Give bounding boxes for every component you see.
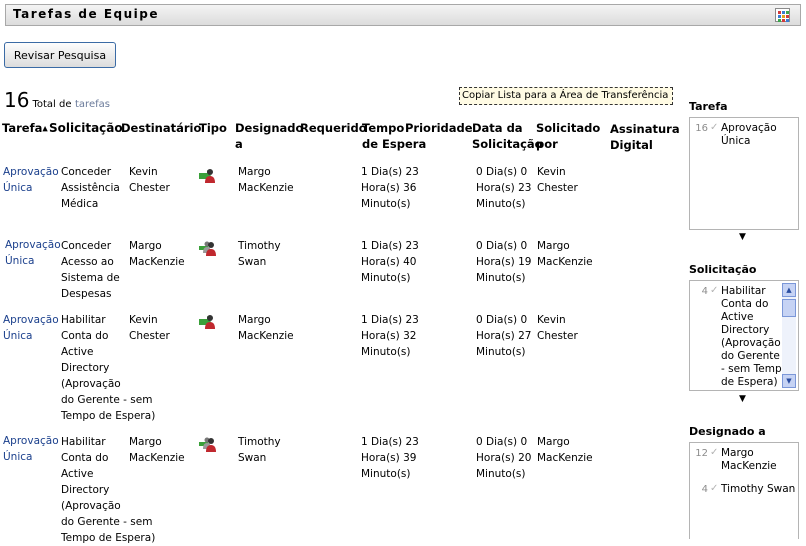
recipient-cell: Kevin Chester — [129, 166, 170, 194]
scroll-thumb[interactable] — [782, 299, 796, 317]
request-date-cell: 0 Dia(s) 0 Hora(s) 20 Minuto(s) — [476, 436, 532, 480]
task-link[interactable]: Aprovação Única — [5, 237, 61, 269]
requested-by-cell: Margo MacKenzie — [537, 240, 593, 268]
request-date-cell: 0 Dia(s) 0 Hora(s) 23 Minuto(s) — [476, 166, 532, 210]
grid-icon[interactable] — [775, 8, 790, 22]
column-header-priority[interactable]: Prioridade — [405, 120, 473, 136]
column-header-request[interactable]: Solicitação — [49, 120, 123, 136]
request-date-cell: 0 Dia(s) 0 Hora(s) 19 Minuto(s) — [476, 240, 532, 284]
column-header-requested-by[interactable]: Solicitado por — [536, 120, 600, 152]
filter-label: Aprovação Única — [721, 122, 777, 147]
filter-title-task: Tarefa — [689, 100, 728, 113]
task-link[interactable]: Aprovação Única — [3, 164, 59, 196]
scroll-up-icon[interactable]: ▲ — [782, 283, 796, 297]
filter-count: 16 — [695, 123, 708, 134]
task-link[interactable]: Aprovação Única — [3, 312, 59, 344]
task-link[interactable]: Aprovação Única — [3, 433, 59, 465]
filter-list-assigned[interactable]: 12 ✓ Margo MacKenzie 4 ✓ Timothy Swan — [689, 442, 799, 539]
filter-title-assigned: Designado a — [689, 425, 766, 438]
column-header-request-date[interactable]: Data da Solicitação — [472, 120, 543, 152]
page-title: Tarefas de Equipe — [13, 7, 160, 21]
recipient-cell: Margo MacKenzie — [129, 436, 185, 464]
request-cell: Conceder Acesso ao Sistema de Despesas — [61, 240, 120, 300]
wait-time-cell: 1 Dia(s) 23 Hora(s) 40 Minuto(s) — [361, 240, 419, 284]
column-header-assigned[interactable]: Designado a — [235, 120, 303, 152]
wait-time-cell: 1 Dia(s) 23 Hora(s) 36 Minuto(s) — [361, 166, 419, 210]
check-icon: ✓ — [710, 447, 719, 458]
copy-list-button[interactable]: Copiar Lista para a Área de Transferênci… — [459, 87, 673, 105]
assigned-cell: Margo MacKenzie — [238, 314, 294, 342]
filter-count: 12 — [695, 448, 708, 459]
assigned-cell: Margo MacKenzie — [238, 166, 294, 194]
requested-by-cell: Margo MacKenzie — [537, 436, 593, 464]
request-date-cell: 0 Dia(s) 0 Hora(s) 27 Minuto(s) — [476, 314, 532, 358]
chevron-down-icon[interactable]: ▼ — [739, 232, 746, 242]
assigned-cell: Timothy Swan — [238, 436, 281, 464]
column-header-signature[interactable]: Assinatura Digital — [610, 121, 680, 153]
task-total: 16 Total de tarefas — [4, 88, 110, 112]
check-icon: ✓ — [710, 483, 719, 494]
task-count: 16 — [4, 88, 30, 112]
filter-label: Timothy Swan — [721, 483, 796, 495]
tasks-label: tarefas — [75, 99, 110, 110]
revise-search-button[interactable]: Revisar Pesquisa — [4, 42, 116, 68]
recipient-cell: Margo MacKenzie — [129, 240, 185, 268]
check-icon: ✓ — [710, 285, 719, 296]
scrollbar[interactable]: ▲ ▼ — [782, 283, 796, 388]
filter-title-request: Solicitação — [689, 263, 757, 276]
group-task-icon — [199, 241, 216, 256]
group-task-icon — [199, 437, 216, 452]
recipient-cell: Kevin Chester — [129, 314, 170, 342]
column-header-recipient[interactable]: Destinatário — [121, 120, 201, 136]
column-header-required[interactable]: Requerido — [300, 120, 367, 136]
filter-list-task[interactable]: 16 ✓ Aprovação Única — [689, 117, 799, 230]
assigned-cell: Timothy Swan — [238, 240, 281, 268]
filter-label: Habilitar Conta do Active Directory (Aprovaç… — [721, 285, 789, 388]
single-user-task-icon — [199, 315, 215, 329]
filter-list-request[interactable]: 4 ✓ Habilitar Conta do Active Directory (Apr… — [689, 280, 799, 391]
page-header: Tarefas de Equipe — [5, 4, 801, 26]
requested-by-cell: Kevin Chester — [537, 166, 578, 194]
request-cell: Conceder Assistência Médica — [61, 166, 120, 210]
filter-count: 4 — [701, 484, 708, 495]
column-header-type[interactable]: Tipo — [199, 120, 227, 136]
column-header-task[interactable]: Tarefa▲ — [2, 120, 48, 137]
sort-asc-icon: ▲ — [42, 124, 48, 133]
single-user-task-icon — [199, 169, 215, 183]
requested-by-cell: Kevin Chester — [537, 314, 578, 342]
wait-time-cell: 1 Dia(s) 23 Hora(s) 39 Minuto(s) — [361, 436, 419, 480]
filter-count: 4 — [701, 286, 708, 297]
wait-time-cell: 1 Dia(s) 23 Hora(s) 32 Minuto(s) — [361, 314, 419, 358]
scroll-down-icon[interactable]: ▼ — [782, 374, 796, 388]
check-icon: ✓ — [710, 122, 719, 133]
total-label: Total de — [32, 99, 72, 110]
chevron-down-icon[interactable]: ▼ — [739, 394, 746, 404]
filter-label: Margo MacKenzie — [721, 447, 777, 472]
